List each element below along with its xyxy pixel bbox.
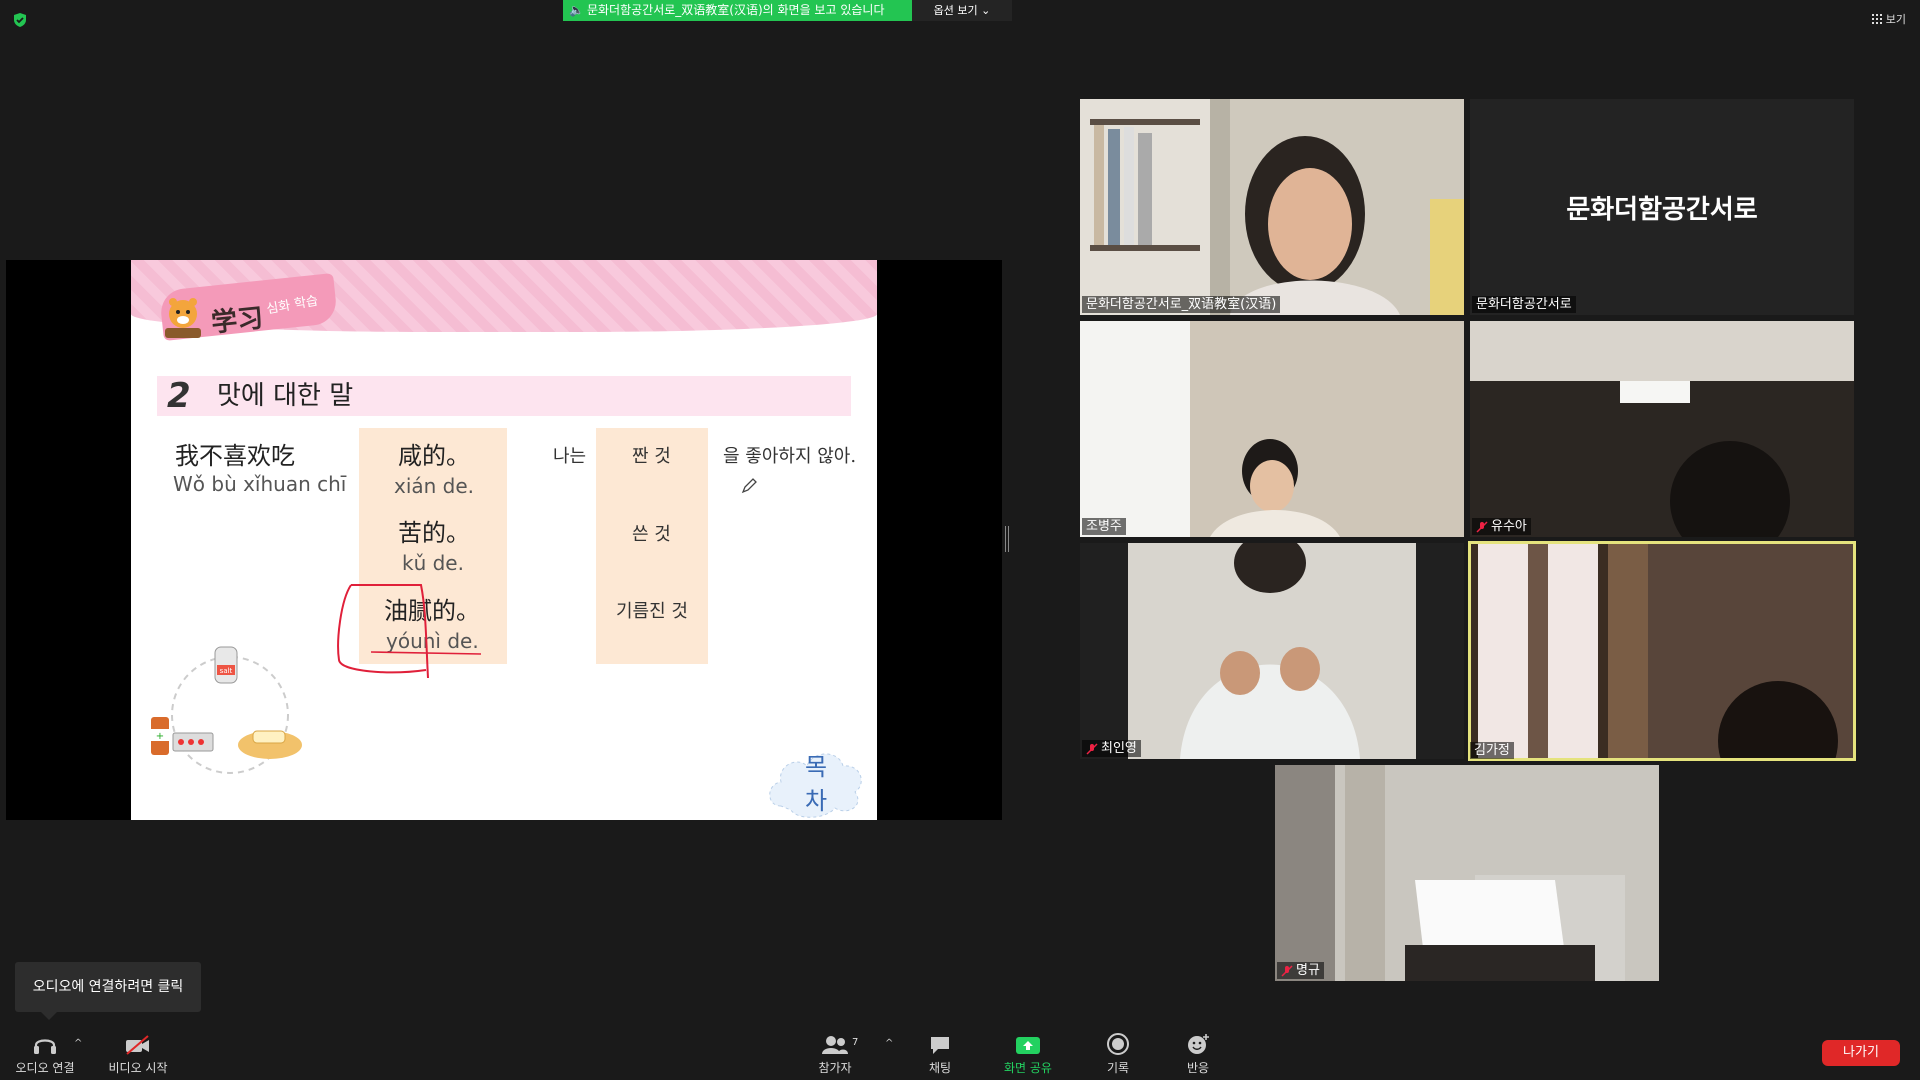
participant-name-tag: 문화더함공간서로_双语教室(汉语) xyxy=(1082,296,1281,313)
participant-video-feed xyxy=(1275,765,1659,981)
video-tile-participant[interactable]: 최인영 xyxy=(1080,543,1464,759)
video-off-icon xyxy=(126,1035,149,1055)
participant-display-name: 문화더함공간서로 xyxy=(1566,195,1758,225)
option-1-korean: 짠 것 xyxy=(632,446,671,467)
join-audio-label: 오디오 연결 xyxy=(15,1061,75,1075)
participants-count: 7 xyxy=(852,1037,859,1048)
reactions-button[interactable]: 반응 xyxy=(1178,1030,1218,1078)
chat-button[interactable]: 채팅 xyxy=(918,1030,962,1078)
participant-name: 문화더함공간서로_双语教室(汉语) xyxy=(1086,297,1277,312)
participant-name-tag: 유수아 xyxy=(1472,518,1531,535)
participant-name: 명규 xyxy=(1296,963,1320,978)
option-1-chinese: 咸的。 xyxy=(398,442,470,470)
participant-name: 유수아 xyxy=(1491,519,1527,534)
participants-label: 참가자 xyxy=(818,1061,852,1075)
headphones-icon xyxy=(34,1039,56,1054)
lesson-tag-title: 学习 xyxy=(209,303,265,339)
share-screen-label: 화면 공유 xyxy=(1004,1061,1052,1075)
table-of-contents-label[interactable]: 목 차 xyxy=(791,750,841,818)
participant-name: 조병주 xyxy=(1086,519,1122,534)
participant-name: 문화더함공간서로 xyxy=(1476,297,1572,312)
option-2-chinese: 苦的。 xyxy=(398,519,470,547)
muted-mic-icon xyxy=(1086,742,1098,755)
start-video-label: 비디오 시작 xyxy=(108,1061,168,1075)
participant-video-feed xyxy=(1080,543,1464,759)
participant-video-feed xyxy=(1080,321,1464,537)
share-banner-text: 문화더함공간서로_双语教室(汉语)의 화면을 보고 있습니다 xyxy=(586,3,885,17)
participant-name: 김가정 xyxy=(1474,743,1510,758)
reactions-smiley-icon xyxy=(1188,1034,1209,1054)
screen-share-banner: 🔈 문화더함공간서로_双语教室(汉语)의 화면을 보고 있습니다 xyxy=(563,0,912,21)
muted-mic-icon xyxy=(1476,520,1488,533)
security-shield-icon[interactable] xyxy=(12,12,28,28)
shared-screen[interactable]: 学习 심화 학습 2 맛에 대한 말 我不喜欢吃 Wǒ bù xǐhuan ch… xyxy=(6,260,1002,820)
audio-options-caret-icon[interactable]: ^ xyxy=(74,1038,82,1049)
subject-korean: 나는 xyxy=(553,446,587,467)
participant-name: 최인영 xyxy=(1101,741,1137,756)
participants-icon xyxy=(822,1036,848,1054)
record-button[interactable]: 기록 xyxy=(1098,1030,1138,1078)
section-number: 2 xyxy=(167,376,191,416)
salt-shaker-label: salt xyxy=(220,667,233,675)
participants-options-caret-icon[interactable]: ^ xyxy=(885,1038,893,1049)
phrase-chinese: 我不喜欢吃 xyxy=(175,442,295,470)
view-options-label: 옵션 보기 xyxy=(933,4,978,17)
chevron-down-icon: ⌄ xyxy=(981,4,991,17)
participant-name-tag: 명규 xyxy=(1277,962,1324,979)
video-tile-host[interactable]: 문화더함공간서로_双语教室(汉语) xyxy=(1080,99,1464,315)
grid-icon xyxy=(1871,14,1882,24)
lesson-slide: 学习 심화 학습 2 맛에 대한 말 我不喜欢吃 Wǒ bù xǐhuan ch… xyxy=(131,260,877,820)
participant-name-tag: 문화더함공간서로 xyxy=(1472,296,1576,313)
participant-name-tag: 김가정 xyxy=(1470,742,1514,759)
start-video-button[interactable]: 비디오 시작 xyxy=(100,1030,176,1078)
svg-text:+: + xyxy=(156,731,164,742)
join-audio-button[interactable]: 오디오 연결 xyxy=(10,1030,80,1078)
option-2-pinyin: kǔ de. xyxy=(402,551,464,575)
share-screen-button[interactable]: 화면 공유 xyxy=(1000,1030,1056,1078)
option-2-korean: 쓴 것 xyxy=(632,524,671,545)
video-tile-active-speaker[interactable]: 김가정 xyxy=(1468,541,1856,761)
section-heading: 2 맛에 대한 말 xyxy=(157,376,851,416)
chat-icon xyxy=(931,1037,949,1054)
participant-name-tag: 최인영 xyxy=(1082,740,1141,757)
video-tile-participant[interactable]: 유수아 xyxy=(1470,321,1854,537)
video-tile-no-video[interactable]: 문화더함공간서로 문화더함공간서로 xyxy=(1470,99,1854,315)
handwritten-annotation xyxy=(337,584,482,679)
share-screen-icon xyxy=(1016,1037,1040,1054)
gallery-view-label: 보기 xyxy=(1885,13,1906,26)
participant-name-tag: 조병주 xyxy=(1082,518,1126,535)
record-icon xyxy=(1107,1033,1129,1055)
muted-mic-icon xyxy=(1281,964,1293,977)
speaker-icon: 🔈 xyxy=(569,3,584,17)
sentence-ending-korean: 을 좋아하지 않아. xyxy=(723,446,857,467)
option-3-korean: 기름진 것 xyxy=(616,601,688,622)
section-title: 맛에 대한 말 xyxy=(217,381,354,411)
participant-video-feed xyxy=(1470,321,1854,537)
resize-handle[interactable] xyxy=(1005,526,1009,552)
gallery-view-button[interactable]: 보기 xyxy=(1871,11,1906,27)
participant-video-feed xyxy=(1468,541,1856,761)
host-video-feed xyxy=(1080,99,1464,315)
view-options-button[interactable]: 옵션 보기 ⌄ xyxy=(912,0,1012,21)
record-label: 기록 xyxy=(1106,1061,1130,1075)
audio-connect-tooltip[interactable]: 오디오에 연결하려면 클릭 xyxy=(15,962,201,1020)
taste-illustration: salt + xyxy=(151,646,302,774)
pencil-cursor-icon xyxy=(741,478,757,494)
reactions-label: 반응 xyxy=(1186,1061,1210,1075)
video-tile-participant[interactable]: 조병주 xyxy=(1080,321,1464,537)
tiger-mascot-icon xyxy=(165,298,201,338)
video-tile-participant[interactable]: 명규 xyxy=(1275,765,1659,981)
option-1-pinyin: xián de. xyxy=(394,474,475,498)
leave-meeting-button[interactable]: 나가기 xyxy=(1822,1040,1900,1066)
chat-label: 채팅 xyxy=(928,1061,952,1075)
phrase-pinyin: Wǒ bù xǐhuan chī xyxy=(173,472,347,496)
